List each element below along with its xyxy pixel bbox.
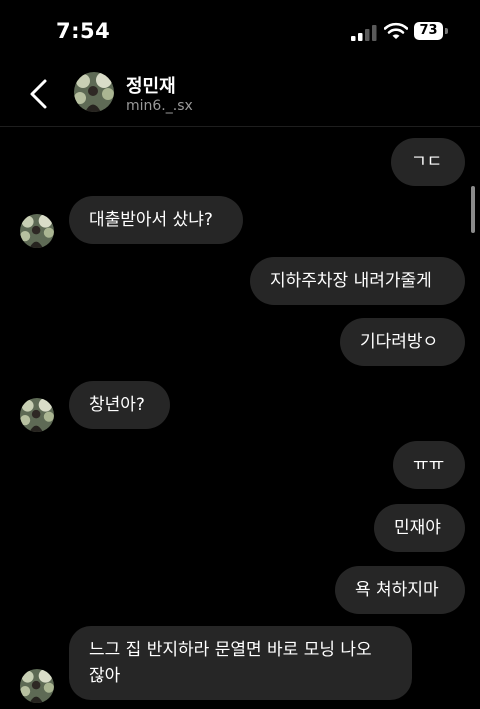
battery-icon: 73 [414,22,448,40]
contact-handle[interactable]: min6._.sx [126,98,193,114]
message-bubble-received[interactable]: 느그 집 반지하라 문열면 바로 모닝 나오 잖아 [69,626,412,700]
message-bubble-sent[interactable]: ㄱㄷ [391,138,465,186]
message-bubble-sent[interactable]: 민재야 [374,504,465,552]
contact-avatar[interactable] [74,72,114,112]
message-thread: ㄱㄷ 대출받아서 샀냐? 지하주차장 내려가줄게 기다려방ㅇ 창년아? ㅠㅠ 민… [0,127,480,709]
message-bubble-received[interactable]: 창년아? [69,381,170,429]
scrollbar[interactable] [471,186,475,233]
status-time: 7:54 [56,19,111,43]
battery-level: 73 [419,23,438,38]
status-bar: 7:54 73 [0,0,480,64]
wifi-icon [384,22,408,39]
cellular-signal-icon [351,25,377,41]
message-bubble-sent[interactable]: 기다려방ㅇ [340,318,465,366]
chat-header: 정민재 min6._.sx [0,64,480,127]
message-bubble-received[interactable]: 대출받아서 샀냐? [69,196,243,244]
back-button[interactable] [26,78,54,110]
sender-avatar[interactable] [20,669,54,703]
message-bubble-sent[interactable]: 지하주차장 내려가줄게 [250,257,465,305]
message-bubble-sent[interactable]: ㅠㅠ [393,441,465,489]
message-bubble-sent[interactable]: 욕 쳐하지마 [335,566,465,614]
sender-avatar[interactable] [20,398,54,432]
contact-name[interactable]: 정민재 [126,72,176,98]
sender-avatar[interactable] [20,214,54,248]
